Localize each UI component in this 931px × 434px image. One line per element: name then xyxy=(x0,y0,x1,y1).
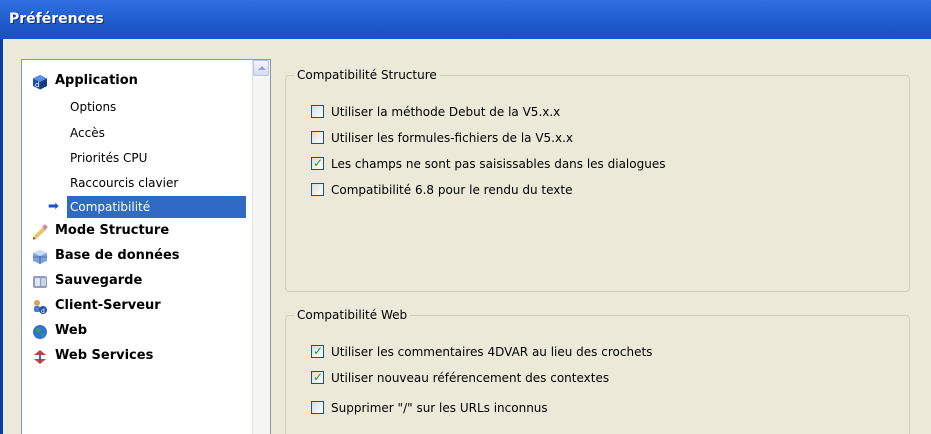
tree-item-options[interactable]: Options xyxy=(70,96,116,118)
option-label: Compatibilité 6.8 pour le rendu du texte xyxy=(331,183,573,197)
checkbox[interactable] xyxy=(311,105,324,118)
group-title: Compatibilité Structure xyxy=(294,68,440,82)
preferences-tree[interactable]: d Application Options Accès Priorités CP… xyxy=(21,59,271,434)
option-label: Utiliser nouveau référencement des conte… xyxy=(331,371,610,385)
tree-scrollbar[interactable] xyxy=(252,60,270,434)
option-label: Utiliser les commentaires 4DVAR au lieu … xyxy=(331,345,653,359)
svg-text:d: d xyxy=(41,308,45,315)
checkbox-checked[interactable] xyxy=(311,155,324,171)
tree-item-label: Web Services xyxy=(55,348,154,363)
backup-icon xyxy=(32,274,48,290)
checkbox-checked[interactable] xyxy=(311,343,324,359)
group-title: Compatibilité Web xyxy=(294,308,411,322)
option-label: Supprimer "/" sur les URLs inconnus xyxy=(331,401,548,415)
checkbox-checked[interactable] xyxy=(311,369,324,385)
tree-item-compatibilite[interactable]: Compatibilité xyxy=(67,196,246,218)
globe-icon xyxy=(32,324,48,340)
checkbox[interactable] xyxy=(311,183,324,196)
tree-item-priorites-cpu[interactable]: Priorités CPU xyxy=(70,147,147,169)
option-label: Utiliser les formules-fichiers de la V5.… xyxy=(331,131,574,145)
web-services-icon xyxy=(32,349,48,365)
option-label: Utiliser la méthode Debut de la V5.x.x xyxy=(331,105,561,119)
tree-item-label: Application xyxy=(55,73,138,88)
tree-item-acces[interactable]: Accès xyxy=(70,122,105,144)
tree-item-label: Web xyxy=(55,323,87,338)
option-label: Les champs ne sont pas saisissables dans… xyxy=(331,157,666,171)
tree-item-label: Sauvegarde xyxy=(55,273,143,288)
tree-item-label: Mode Structure xyxy=(55,223,170,238)
database-icon xyxy=(32,249,48,265)
title-bar[interactable]: Préférences xyxy=(0,0,931,39)
arrow-right-icon: ➡ xyxy=(48,199,59,214)
tree-item-label: Base de données xyxy=(55,248,180,263)
compat-web-group: Compatibilité Web Utiliser les commentai… xyxy=(285,308,910,434)
application-cube-icon: d xyxy=(32,74,48,90)
window-title: Préférences xyxy=(9,11,104,27)
checkbox[interactable] xyxy=(311,401,324,414)
tree-item-raccourcis-clavier[interactable]: Raccourcis clavier xyxy=(70,172,178,194)
svg-text:d: d xyxy=(35,81,39,89)
checkbox[interactable] xyxy=(311,131,324,144)
tree-item-label: Client-Serveur xyxy=(55,298,161,313)
pencil-icon xyxy=(32,224,48,240)
scroll-up-button[interactable] xyxy=(253,60,269,76)
compat-structure-group: Compatibilité Structure Utiliser la méth… xyxy=(285,68,910,292)
client-server-icon: d xyxy=(32,299,48,315)
